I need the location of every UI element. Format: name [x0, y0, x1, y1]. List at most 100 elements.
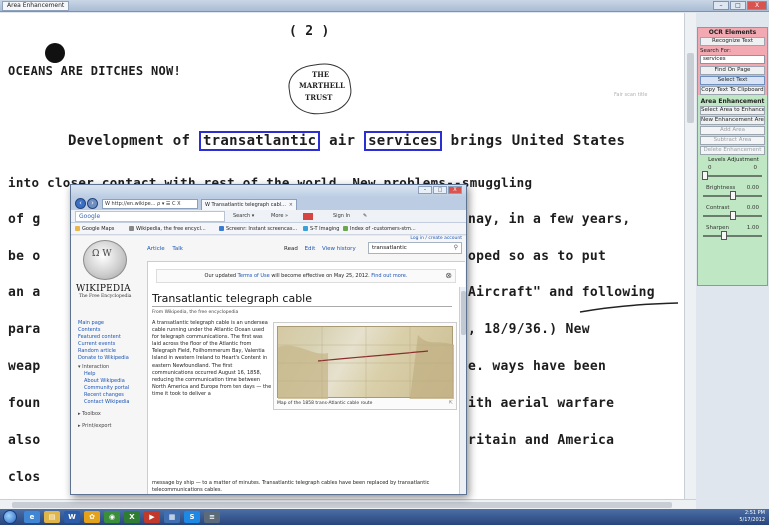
- subtract-area-button[interactable]: Subtract Area: [700, 136, 765, 145]
- scroll-thumb[interactable]: [461, 291, 466, 335]
- close-button[interactable]: X: [747, 1, 767, 10]
- tab-close-icon[interactable]: ×: [289, 200, 293, 210]
- article-source: From Wikipedia, the free encyclopedia: [152, 310, 239, 315]
- sidebar-link[interactable]: Donate to Wikipedia: [78, 355, 144, 362]
- toolbar-search-button[interactable]: Search ▾: [233, 213, 254, 219]
- browser-minimize-button[interactable]: –: [418, 186, 432, 194]
- screenr-icon: [219, 226, 224, 231]
- site-notice: Our updated Terms of Use will become eff…: [156, 269, 456, 283]
- forward-icon[interactable]: ›: [87, 198, 98, 209]
- sidebar-link[interactable]: Random article: [78, 348, 144, 355]
- adjustment-slider[interactable]: Brightness 0.00: [700, 184, 765, 204]
- favorite-item[interactable]: Index of -customers-stm...: [343, 226, 416, 232]
- browser-scrollbar[interactable]: [459, 287, 466, 494]
- browser-maximize-button[interactable]: □: [433, 186, 447, 194]
- app-icon[interactable]: ≡: [204, 511, 220, 523]
- browser-tab[interactable]: W Transatlantic telegraph cabl... ×: [201, 199, 297, 210]
- dismiss-icon[interactable]: ⊗: [445, 270, 452, 282]
- search-highlight[interactable]: services: [364, 131, 442, 151]
- sidebar-link[interactable]: Main page: [78, 320, 144, 327]
- recognize-text-button[interactable]: Recognize Text: [700, 37, 765, 46]
- new-area-button[interactable]: New Enhancement Area: [700, 116, 765, 125]
- media-icon[interactable]: ▶: [144, 511, 160, 523]
- clock-date: 5/17/2012: [739, 517, 765, 523]
- sidebar-link[interactable]: Contact Wikipedia: [78, 399, 144, 406]
- folder-icon[interactable]: ▤: [44, 511, 60, 523]
- sidebar-link[interactable]: Contents: [78, 327, 144, 334]
- skype-icon[interactable]: S: [184, 511, 200, 523]
- mail-icon[interactable]: [303, 213, 313, 220]
- network-icon[interactable]: ▦: [164, 511, 180, 523]
- nav-buttons: ‹ ›: [75, 198, 99, 209]
- paint-icon[interactable]: ✿: [84, 511, 100, 523]
- page-number: ( 2 ): [289, 24, 330, 39]
- sign-in-button[interactable]: Sign In: [333, 213, 350, 219]
- slider-thumb[interactable]: [702, 171, 708, 180]
- vertical-scrollbar[interactable]: [684, 13, 696, 499]
- sidebar-link[interactable]: Help: [78, 371, 144, 378]
- ie-icon[interactable]: e: [24, 511, 40, 523]
- word-icon[interactable]: W: [64, 511, 80, 523]
- copy-to-clipboard-button[interactable]: Copy Text To Clipboard: [700, 86, 765, 95]
- tab-view-history[interactable]: View history: [322, 246, 356, 252]
- tab-edit[interactable]: Edit: [305, 246, 316, 252]
- punch-hole: [45, 43, 65, 63]
- google-toolbar: Google Search ▾ More » Sign In ✎: [71, 210, 466, 223]
- login-link[interactable]: Log in / create account: [410, 236, 462, 241]
- address-bar[interactable]: W http://en.wikipe... ρ ▾ ☰ C X: [102, 199, 198, 209]
- text-line: an a: [8, 285, 41, 300]
- sidebar-link[interactable]: Recent changes: [78, 392, 144, 399]
- sidebar-section[interactable]: ▸ Print/export: [78, 422, 144, 430]
- favorite-item[interactable]: Wikipedia, the free encycl...: [129, 226, 206, 232]
- back-icon[interactable]: ‹: [75, 198, 86, 209]
- map-figure[interactable]: Map of the 1858 trans-Atlantic cable rou…: [273, 322, 457, 410]
- wikipedia-globe-logo[interactable]: Ω W: [83, 240, 127, 280]
- sidebar-link[interactable]: Current events: [78, 341, 144, 348]
- tab-read[interactable]: Read: [284, 246, 298, 252]
- start-button[interactable]: [3, 510, 17, 524]
- google-search-box[interactable]: Google: [75, 211, 225, 222]
- slider-thumb[interactable]: [720, 231, 727, 240]
- excel-icon[interactable]: X: [124, 511, 140, 523]
- system-tray-clock[interactable]: 2:51 PM 5/17/2012: [739, 510, 765, 524]
- search-highlight[interactable]: transatlantic: [198, 131, 321, 151]
- toolbar-more-button[interactable]: More »: [271, 213, 288, 219]
- scroll-thumb[interactable]: [12, 502, 672, 508]
- find-on-page-button[interactable]: Find On Page: [700, 66, 765, 75]
- enlarge-icon[interactable]: ⇱: [449, 400, 453, 406]
- favorite-item[interactable]: S-T Imaging: [303, 226, 339, 232]
- sidebar-link[interactable]: About Wikipedia: [78, 378, 144, 385]
- sidebar-section-interaction[interactable]: ▾ Interaction: [78, 363, 144, 371]
- search-input[interactable]: services: [700, 55, 765, 64]
- wiki-search-value: transatlantic: [372, 245, 407, 251]
- select-text-button[interactable]: Select Text: [700, 76, 765, 85]
- terms-link[interactable]: Terms of Use: [238, 273, 270, 279]
- add-area-button[interactable]: Add Area: [700, 126, 765, 135]
- maximize-button[interactable]: □: [730, 1, 746, 10]
- levels-slider[interactable]: 0 0: [700, 164, 765, 184]
- sidebar-section[interactable]: ▸ Toolbox: [78, 410, 144, 418]
- adjustment-slider[interactable]: Sharpen 1.00: [700, 224, 765, 244]
- search-icon[interactable]: ⚲: [454, 243, 458, 253]
- sidebar-link[interactable]: Community portal: [78, 385, 144, 392]
- slider-thumb[interactable]: [729, 211, 736, 220]
- favorite-item[interactable]: Screenr: Instant screencas...: [219, 226, 297, 232]
- horizontal-scrollbar[interactable]: [0, 499, 696, 509]
- adjustment-slider[interactable]: Contrast 0.00: [700, 204, 765, 224]
- chrome-icon[interactable]: ◉: [104, 511, 120, 523]
- minimize-button[interactable]: –: [713, 1, 729, 10]
- browser-close-button[interactable]: X: [448, 186, 462, 194]
- tab-article[interactable]: Article: [147, 246, 165, 252]
- slider-thumb[interactable]: [729, 191, 736, 200]
- delete-enhancement-button[interactable]: Delete Enhancement: [700, 146, 765, 155]
- sidebar-link[interactable]: Featured content: [78, 334, 144, 341]
- select-area-button[interactable]: Select Area to Enhance: [700, 106, 765, 115]
- wrench-icon[interactable]: ✎: [363, 213, 367, 219]
- text-line: para: [8, 322, 41, 337]
- scroll-thumb[interactable]: [687, 53, 694, 123]
- favorite-item[interactable]: Google Maps: [75, 226, 114, 232]
- wiki-search-input[interactable]: transatlantic ⚲: [368, 242, 462, 254]
- imaging-icon: [303, 226, 308, 231]
- tab-talk[interactable]: Talk: [172, 246, 183, 252]
- find-out-more-link[interactable]: Find out more.: [371, 273, 407, 279]
